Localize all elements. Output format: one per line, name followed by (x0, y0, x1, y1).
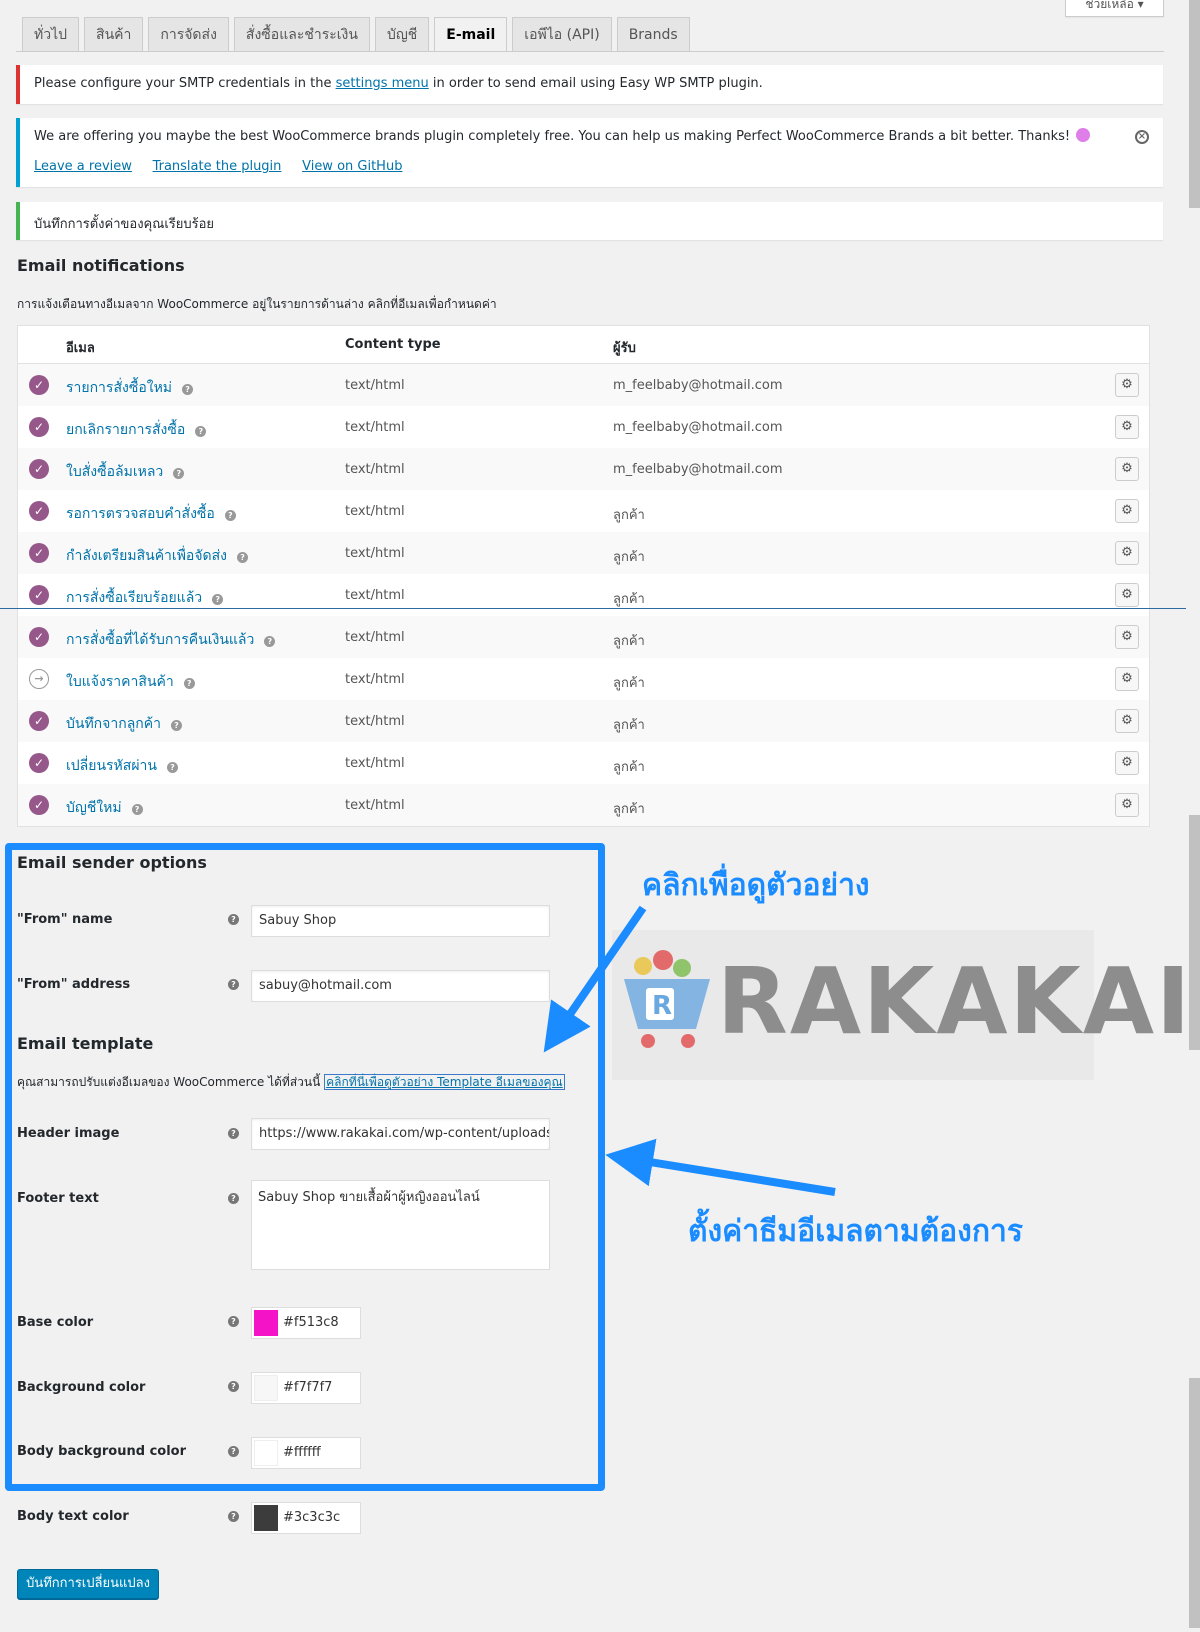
scrollbar-thumb[interactable] (1189, 0, 1200, 208)
arrow-to-template-form (605, 1138, 836, 1196)
scrollbar-thumb[interactable] (1189, 815, 1200, 1050)
annotation-arrows (543, 905, 836, 1196)
arrow-to-preview-link (543, 905, 647, 1053)
scrollbar-thumb[interactable] (1189, 1378, 1200, 1628)
scrollbar[interactable] (1186, 0, 1200, 1632)
